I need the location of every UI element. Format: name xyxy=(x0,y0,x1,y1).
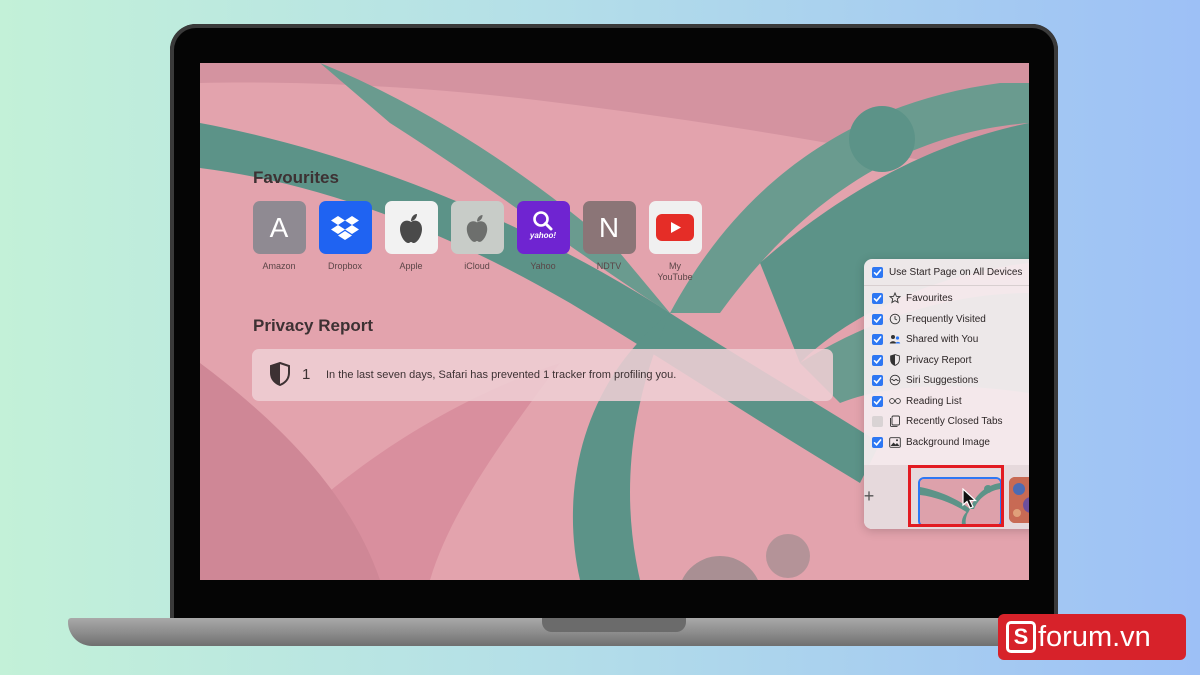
add-background-button[interactable]: + xyxy=(860,486,878,507)
checkmark-icon xyxy=(873,315,882,323)
laptop-notch xyxy=(542,618,686,632)
option-privacy-report[interactable]: Privacy Report xyxy=(872,352,972,368)
checkmark-icon xyxy=(873,438,882,446)
checkmark-icon xyxy=(873,335,882,343)
option-label: Favourites xyxy=(906,292,953,304)
star-icon xyxy=(889,292,901,304)
tracker-count: 1 xyxy=(302,366,311,383)
youtube-logo-icon xyxy=(656,214,694,241)
apple-tile xyxy=(384,201,438,254)
checkbox-checked[interactable] xyxy=(872,333,883,345)
favourite-icloud[interactable]: iCloud xyxy=(444,201,510,272)
favourite-label: iCloud xyxy=(464,261,490,271)
sforum-brand-text: forum.vn xyxy=(1038,620,1151,653)
privacy-report-card[interactable]: 1 In the last seven days, Safari has pre… xyxy=(252,349,833,401)
yahoo-wordmark: yahoo! xyxy=(529,230,557,240)
option-label: Use Start Page on All Devices xyxy=(889,266,1023,278)
favourite-yahoo[interactable]: yahoo! Yahoo xyxy=(510,201,576,272)
sforum-watermark: S forum.vn xyxy=(998,614,1186,660)
checkmark-icon xyxy=(873,294,882,302)
option-recently-closed-tabs[interactable]: Recently Closed Tabs xyxy=(872,413,1003,429)
checkbox-checked[interactable] xyxy=(872,292,883,304)
privacy-report-title: Privacy Report xyxy=(253,316,373,335)
clock-icon xyxy=(889,313,901,325)
background-thumbnail[interactable] xyxy=(1009,477,1029,523)
option-label: Reading List xyxy=(906,395,962,407)
shield-icon xyxy=(270,362,290,386)
option-label: Siri Suggestions xyxy=(906,374,979,386)
wallpaper-thumbnail xyxy=(1009,477,1029,523)
checkmark-icon xyxy=(873,356,882,364)
favourite-label: My YouTube xyxy=(657,261,693,282)
checkmark-icon xyxy=(873,376,882,384)
favourite-label: Dropbox xyxy=(327,261,363,271)
favourite-apple[interactable]: Apple xyxy=(378,201,444,272)
checkbox-checked[interactable] xyxy=(872,266,883,278)
favourite-ndtv[interactable]: N NDTV xyxy=(576,201,642,272)
checkbox-checked[interactable] xyxy=(872,374,883,386)
yahoo-tile: yahoo! xyxy=(516,201,570,254)
favourite-my-youtube[interactable]: My YouTube xyxy=(642,201,708,283)
favourite-dropbox[interactable]: Dropbox xyxy=(312,201,378,272)
dropbox-logo-icon xyxy=(331,215,359,240)
option-label: Privacy Report xyxy=(906,354,972,366)
privacy-message: In the last seven days, Safari has preve… xyxy=(326,369,677,381)
option-frequently-visited[interactable]: Frequently Visited xyxy=(872,311,986,327)
option-shared-with-you[interactable]: Shared with You xyxy=(872,331,978,347)
tabs-icon xyxy=(889,415,901,427)
apple-logo-icon xyxy=(400,213,422,243)
option-favourites[interactable]: Favourites xyxy=(872,290,953,306)
amazon-letter: A xyxy=(269,211,289,243)
ndtv-letter: N xyxy=(598,211,620,243)
mouse-cursor-icon xyxy=(962,488,978,509)
option-label: Background Image xyxy=(906,436,990,448)
option-label: Shared with You xyxy=(906,333,979,345)
option-reading-list[interactable]: Reading List xyxy=(872,393,962,409)
checkbox-checked[interactable] xyxy=(872,436,883,448)
siri-icon xyxy=(889,374,901,386)
dropbox-icon xyxy=(318,201,372,254)
ndtv-tile: N xyxy=(582,201,636,254)
checkbox-checked[interactable] xyxy=(872,395,883,407)
option-use-start-page-all-devices[interactable]: Use Start Page on All Devices xyxy=(872,264,1022,280)
people-icon xyxy=(889,333,901,345)
checkbox-checked[interactable] xyxy=(872,313,883,325)
option-siri-suggestions[interactable]: Siri Suggestions xyxy=(872,372,978,388)
checkmark-icon xyxy=(873,397,882,405)
image-icon xyxy=(889,436,901,448)
amazon-tile: A xyxy=(252,201,306,254)
option-label: Frequently Visited xyxy=(906,313,986,325)
search-icon xyxy=(533,210,553,230)
favourite-label: NDTV xyxy=(596,261,622,271)
option-background-image[interactable]: Background Image xyxy=(872,434,990,450)
favourites-title: Favourites xyxy=(253,168,339,187)
sforum-logo-icon: S xyxy=(1006,621,1036,653)
youtube-tile xyxy=(648,201,702,254)
selection-highlight-box xyxy=(908,465,1004,527)
favourite-label: Amazon xyxy=(262,261,296,271)
panel-divider xyxy=(864,285,1029,286)
favourite-label: Apple xyxy=(399,261,423,271)
glasses-icon xyxy=(889,395,901,407)
option-label: Recently Closed Tabs xyxy=(906,415,1003,427)
checkbox-checked[interactable] xyxy=(872,354,883,366)
icloud-tile xyxy=(450,201,504,254)
apple-logo-icon xyxy=(466,214,488,242)
safari-start-page: Favourites A Amazon Dropbox Apple iCloud… xyxy=(200,63,1029,580)
checkbox-unchecked[interactable] xyxy=(872,415,883,427)
favourite-label: Yahoo xyxy=(530,261,556,271)
checkmark-icon xyxy=(873,268,882,276)
shield-icon xyxy=(889,354,901,366)
favourite-amazon[interactable]: A Amazon xyxy=(246,201,312,272)
